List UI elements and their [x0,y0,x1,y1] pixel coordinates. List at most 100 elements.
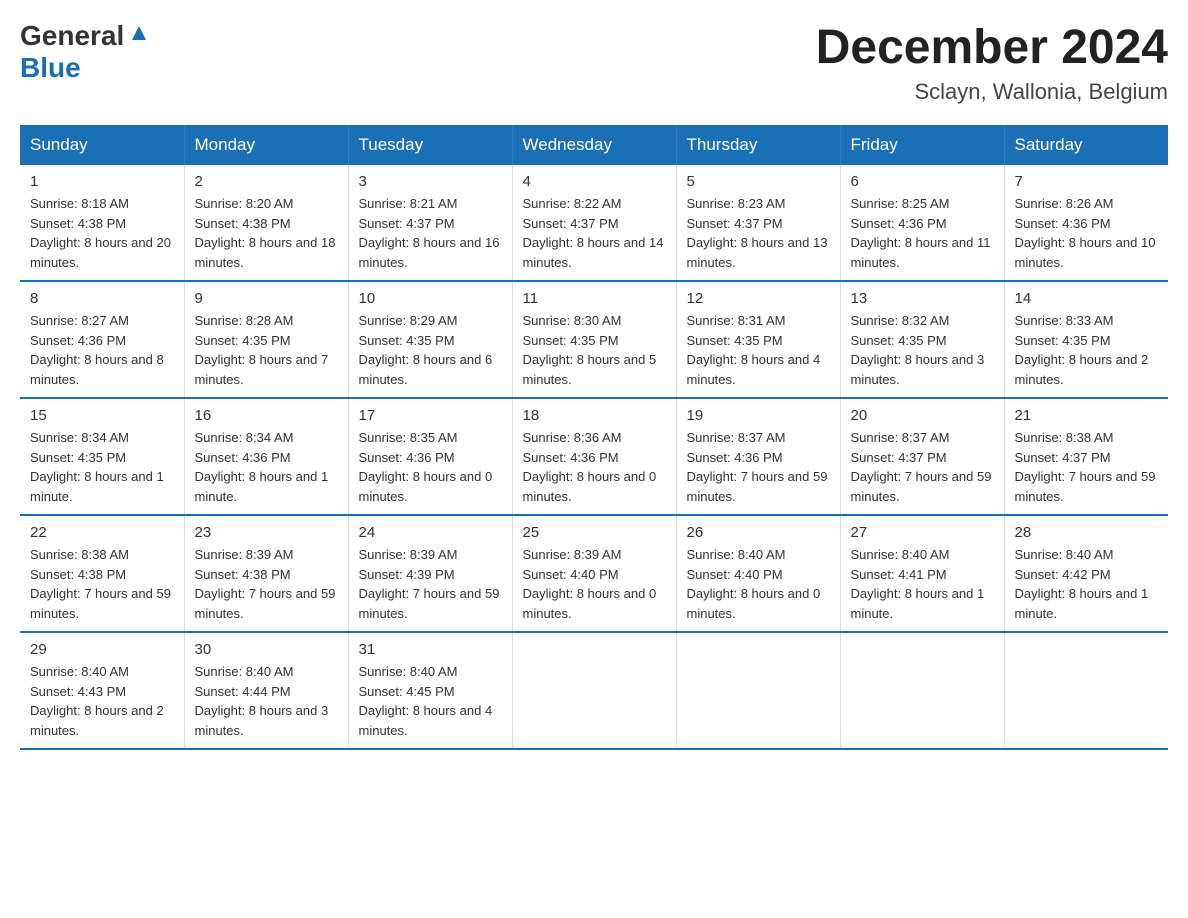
calendar-table: SundayMondayTuesdayWednesdayThursdayFrid… [20,125,1168,750]
day-cell-10: 10 Sunrise: 8:29 AM Sunset: 4:35 PM Dayl… [348,281,512,398]
day-cell-12: 12 Sunrise: 8:31 AM Sunset: 4:35 PM Dayl… [676,281,840,398]
header-row: SundayMondayTuesdayWednesdayThursdayFrid… [20,125,1168,165]
title-section: December 2024 Sclayn, Wallonia, Belgium [816,20,1168,105]
day-cell-3: 3 Sunrise: 8:21 AM Sunset: 4:37 PM Dayli… [348,165,512,281]
day-number: 11 [523,290,666,307]
day-cell-16: 16 Sunrise: 8:34 AM Sunset: 4:36 PM Dayl… [184,398,348,515]
day-cell-27: 27 Sunrise: 8:40 AM Sunset: 4:41 PM Dayl… [840,515,1004,632]
day-info: Sunrise: 8:26 AM Sunset: 4:36 PM Dayligh… [1015,194,1159,272]
week-row-1: 1 Sunrise: 8:18 AM Sunset: 4:38 PM Dayli… [20,165,1168,281]
calendar-header: SundayMondayTuesdayWednesdayThursdayFrid… [20,125,1168,165]
day-number: 1 [30,173,174,190]
header-cell-tuesday: Tuesday [348,125,512,165]
day-cell-4: 4 Sunrise: 8:22 AM Sunset: 4:37 PM Dayli… [512,165,676,281]
day-number: 23 [195,524,338,541]
day-number: 28 [1015,524,1159,541]
day-info: Sunrise: 8:35 AM Sunset: 4:36 PM Dayligh… [359,428,502,506]
day-number: 22 [30,524,174,541]
week-row-5: 29 Sunrise: 8:40 AM Sunset: 4:43 PM Dayl… [20,632,1168,749]
day-number: 15 [30,407,174,424]
day-number: 3 [359,173,502,190]
day-info: Sunrise: 8:40 AM Sunset: 4:42 PM Dayligh… [1015,545,1159,623]
day-info: Sunrise: 8:37 AM Sunset: 4:37 PM Dayligh… [851,428,994,506]
day-cell-28: 28 Sunrise: 8:40 AM Sunset: 4:42 PM Dayl… [1004,515,1168,632]
day-info: Sunrise: 8:36 AM Sunset: 4:36 PM Dayligh… [523,428,666,506]
day-info: Sunrise: 8:29 AM Sunset: 4:35 PM Dayligh… [359,311,502,389]
month-year-title: December 2024 [816,20,1168,75]
day-info: Sunrise: 8:23 AM Sunset: 4:37 PM Dayligh… [687,194,830,272]
logo: General Blue [20,20,150,84]
day-number: 21 [1015,407,1159,424]
day-info: Sunrise: 8:30 AM Sunset: 4:35 PM Dayligh… [523,311,666,389]
day-cell-31: 31 Sunrise: 8:40 AM Sunset: 4:45 PM Dayl… [348,632,512,749]
day-number: 17 [359,407,502,424]
day-number: 30 [195,641,338,658]
empty-cell [840,632,1004,749]
day-info: Sunrise: 8:28 AM Sunset: 4:35 PM Dayligh… [195,311,338,389]
day-cell-30: 30 Sunrise: 8:40 AM Sunset: 4:44 PM Dayl… [184,632,348,749]
day-info: Sunrise: 8:40 AM Sunset: 4:43 PM Dayligh… [30,662,174,740]
day-number: 26 [687,524,830,541]
day-cell-5: 5 Sunrise: 8:23 AM Sunset: 4:37 PM Dayli… [676,165,840,281]
logo-triangle-icon [128,22,150,44]
header-cell-saturday: Saturday [1004,125,1168,165]
day-number: 16 [195,407,338,424]
header-cell-sunday: Sunday [20,125,184,165]
header-cell-friday: Friday [840,125,1004,165]
day-cell-9: 9 Sunrise: 8:28 AM Sunset: 4:35 PM Dayli… [184,281,348,398]
day-cell-24: 24 Sunrise: 8:39 AM Sunset: 4:39 PM Dayl… [348,515,512,632]
day-number: 31 [359,641,502,658]
day-info: Sunrise: 8:21 AM Sunset: 4:37 PM Dayligh… [359,194,502,272]
day-cell-22: 22 Sunrise: 8:38 AM Sunset: 4:38 PM Dayl… [20,515,184,632]
day-info: Sunrise: 8:37 AM Sunset: 4:36 PM Dayligh… [687,428,830,506]
day-cell-18: 18 Sunrise: 8:36 AM Sunset: 4:36 PM Dayl… [512,398,676,515]
day-info: Sunrise: 8:25 AM Sunset: 4:36 PM Dayligh… [851,194,994,272]
day-info: Sunrise: 8:39 AM Sunset: 4:39 PM Dayligh… [359,545,502,623]
empty-cell [676,632,840,749]
day-info: Sunrise: 8:27 AM Sunset: 4:36 PM Dayligh… [30,311,174,389]
logo-blue-text: Blue [20,52,81,83]
day-cell-19: 19 Sunrise: 8:37 AM Sunset: 4:36 PM Dayl… [676,398,840,515]
day-cell-14: 14 Sunrise: 8:33 AM Sunset: 4:35 PM Dayl… [1004,281,1168,398]
day-number: 18 [523,407,666,424]
day-info: Sunrise: 8:40 AM Sunset: 4:40 PM Dayligh… [687,545,830,623]
day-cell-6: 6 Sunrise: 8:25 AM Sunset: 4:36 PM Dayli… [840,165,1004,281]
day-number: 29 [30,641,174,658]
day-cell-20: 20 Sunrise: 8:37 AM Sunset: 4:37 PM Dayl… [840,398,1004,515]
week-row-3: 15 Sunrise: 8:34 AM Sunset: 4:35 PM Dayl… [20,398,1168,515]
day-info: Sunrise: 8:33 AM Sunset: 4:35 PM Dayligh… [1015,311,1159,389]
empty-cell [512,632,676,749]
header-cell-monday: Monday [184,125,348,165]
header-cell-wednesday: Wednesday [512,125,676,165]
day-cell-15: 15 Sunrise: 8:34 AM Sunset: 4:35 PM Dayl… [20,398,184,515]
day-number: 10 [359,290,502,307]
day-info: Sunrise: 8:20 AM Sunset: 4:38 PM Dayligh… [195,194,338,272]
day-cell-11: 11 Sunrise: 8:30 AM Sunset: 4:35 PM Dayl… [512,281,676,398]
day-cell-7: 7 Sunrise: 8:26 AM Sunset: 4:36 PM Dayli… [1004,165,1168,281]
day-number: 20 [851,407,994,424]
day-number: 27 [851,524,994,541]
day-number: 7 [1015,173,1159,190]
day-cell-26: 26 Sunrise: 8:40 AM Sunset: 4:40 PM Dayl… [676,515,840,632]
day-cell-17: 17 Sunrise: 8:35 AM Sunset: 4:36 PM Dayl… [348,398,512,515]
day-cell-2: 2 Sunrise: 8:20 AM Sunset: 4:38 PM Dayli… [184,165,348,281]
week-row-2: 8 Sunrise: 8:27 AM Sunset: 4:36 PM Dayli… [20,281,1168,398]
day-number: 19 [687,407,830,424]
day-cell-23: 23 Sunrise: 8:39 AM Sunset: 4:38 PM Dayl… [184,515,348,632]
header-cell-thursday: Thursday [676,125,840,165]
day-number: 2 [195,173,338,190]
calendar-body: 1 Sunrise: 8:18 AM Sunset: 4:38 PM Dayli… [20,165,1168,749]
day-info: Sunrise: 8:38 AM Sunset: 4:38 PM Dayligh… [30,545,174,623]
day-number: 8 [30,290,174,307]
day-number: 12 [687,290,830,307]
day-info: Sunrise: 8:39 AM Sunset: 4:38 PM Dayligh… [195,545,338,623]
day-number: 14 [1015,290,1159,307]
week-row-4: 22 Sunrise: 8:38 AM Sunset: 4:38 PM Dayl… [20,515,1168,632]
day-info: Sunrise: 8:40 AM Sunset: 4:44 PM Dayligh… [195,662,338,740]
day-number: 6 [851,173,994,190]
location-subtitle: Sclayn, Wallonia, Belgium [816,79,1168,105]
day-cell-29: 29 Sunrise: 8:40 AM Sunset: 4:43 PM Dayl… [20,632,184,749]
day-cell-25: 25 Sunrise: 8:39 AM Sunset: 4:40 PM Dayl… [512,515,676,632]
day-info: Sunrise: 8:32 AM Sunset: 4:35 PM Dayligh… [851,311,994,389]
logo-general-text: General [20,20,124,52]
